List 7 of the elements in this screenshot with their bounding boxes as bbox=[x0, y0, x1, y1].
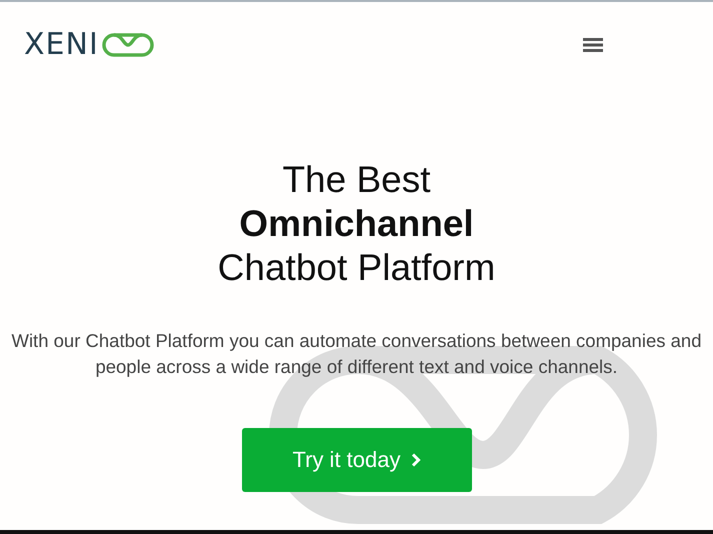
hero-heading: The Best Omnichannel Chatbot Platform bbox=[218, 158, 496, 290]
try-it-button[interactable]: Try it today bbox=[242, 428, 472, 492]
infinity-logo-icon bbox=[100, 32, 156, 58]
logo-text: XENI bbox=[24, 30, 99, 60]
hero-description: With our Chatbot Platform you can automate conversations between companies and people across a wide range of different text and voice channels. bbox=[10, 329, 703, 379]
menu-icon[interactable] bbox=[583, 38, 603, 52]
chevron-right-icon bbox=[410, 453, 420, 467]
